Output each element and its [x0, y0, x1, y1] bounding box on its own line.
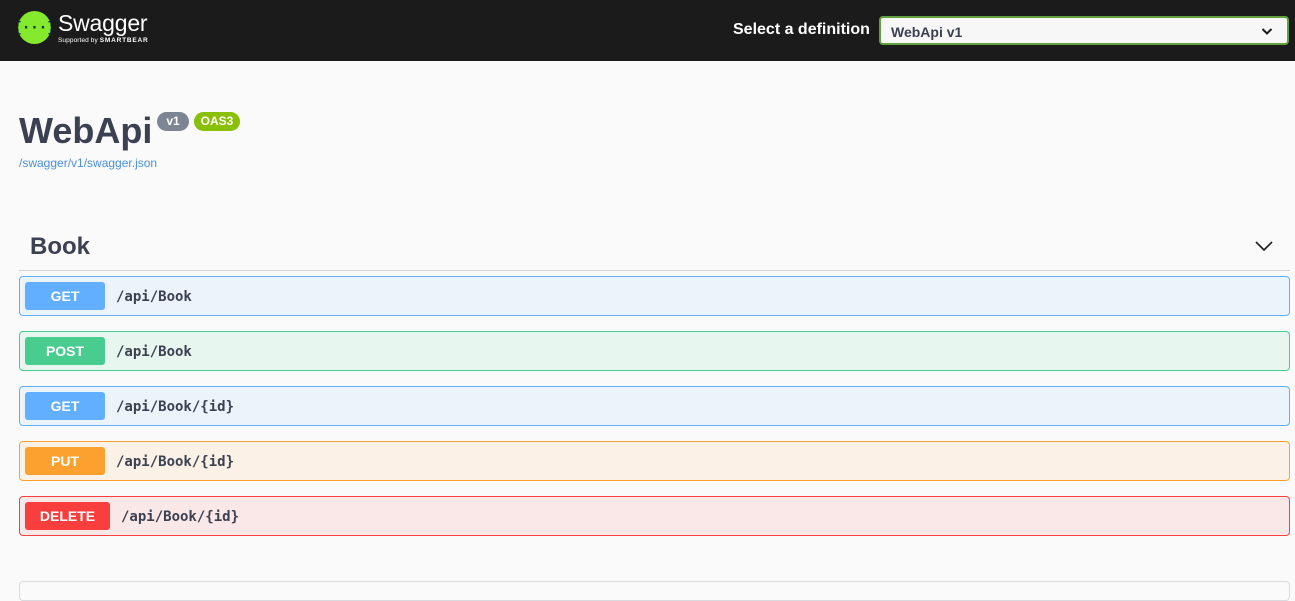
schemas-section[interactable] — [19, 581, 1290, 601]
operation-get-api-book[interactable]: GET /api/Book — [19, 276, 1290, 316]
tag-name: Book — [30, 233, 90, 260]
method-badge: POST — [25, 337, 105, 365]
operation-path: /api/Book/{id} — [121, 509, 240, 525]
operation-get-api-book-id[interactable]: GET /api/Book/{id} — [19, 386, 1290, 426]
tag-section-book[interactable]: Book — [19, 225, 1290, 271]
operation-path: /api/Book/{id} — [116, 399, 235, 415]
topbar: {···} Swagger Supported by SMARTBEAR Sel… — [0, 0, 1295, 61]
method-badge: GET — [25, 392, 105, 420]
swagger-logo-icon: {···} — [18, 11, 51, 44]
swagger-logo[interactable]: {···} Swagger Supported by SMARTBEAR — [18, 11, 149, 45]
chevron-down-icon[interactable] — [1254, 236, 1274, 256]
svg-text:{···}: {···} — [18, 20, 51, 36]
version-badge: v1 — [157, 112, 189, 131]
operation-path: /api/Book — [116, 289, 192, 305]
operation-path: /api/Book — [116, 344, 192, 360]
definition-label: Select a definition — [733, 21, 870, 38]
operation-post-api-book[interactable]: POST /api/Book — [19, 331, 1290, 371]
spec-url-link[interactable]: /swagger/v1/swagger.json — [19, 156, 157, 170]
method-badge: GET — [25, 282, 105, 310]
oas-badge: OAS3 — [194, 112, 240, 131]
chevron-down-icon — [1261, 28, 1273, 35]
logo-subtitle: Supported by SMARTBEAR — [58, 37, 149, 45]
logo-name: Swagger — [58, 10, 148, 36]
definition-select[interactable]: WebApi v1 — [879, 16, 1289, 45]
api-title: WebApi — [19, 110, 153, 151]
operation-delete-api-book-id[interactable]: DELETE /api/Book/{id} — [19, 496, 1290, 536]
method-badge: PUT — [25, 447, 105, 475]
method-badge: DELETE — [25, 502, 110, 530]
definition-select-value: WebApi v1 — [891, 24, 963, 40]
operation-path: /api/Book/{id} — [116, 454, 235, 470]
operation-put-api-book-id[interactable]: PUT /api/Book/{id} — [19, 441, 1290, 481]
logo-sub-brand: SMARTBEAR — [99, 37, 149, 44]
logo-sub-prefix: Supported by — [58, 37, 98, 44]
